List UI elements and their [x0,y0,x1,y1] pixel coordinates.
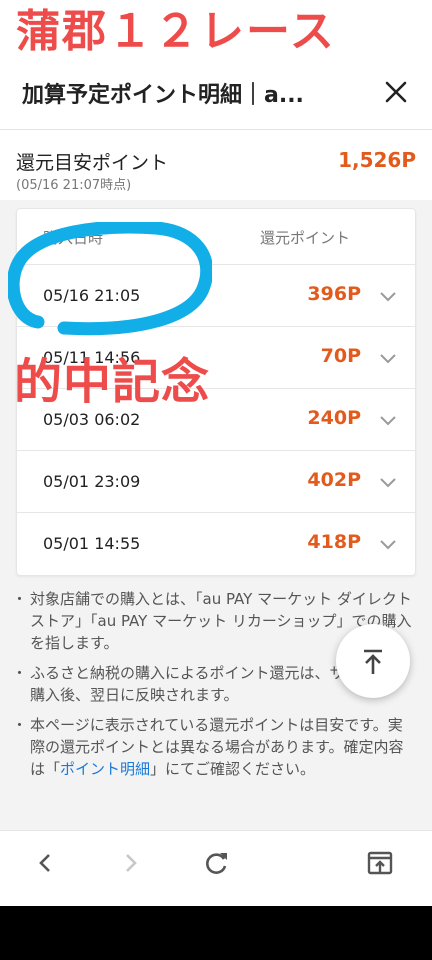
chevron-down-icon[interactable] [379,411,397,429]
points-summary: 還元目安ポイント (05/16 21:07時点) 1,526P [0,130,432,200]
scroll-to-top-icon [364,649,382,674]
reload-icon [206,853,227,874]
content-area: 還元目安ポイント (05/16 21:07時点) 1,526P 購入日時 還元ポ… [0,130,432,830]
point-details-link[interactable]: ポイント明細 [60,760,150,778]
page-header: 加算予定ポイント明細｜a... [0,60,432,130]
system-nav-bar [0,906,432,960]
row-points: 70P [320,345,361,367]
table-row[interactable]: 05/01 23:09 402P [17,451,415,513]
table-row[interactable]: 05/01 14:55 418P [17,513,415,575]
summary-timestamp: (05/16 21:07時点) [16,178,132,193]
chevron-down-icon[interactable] [379,287,397,305]
back-button[interactable] [28,845,64,881]
row-points: 240P [307,407,361,429]
row-date: 05/03 06:02 [43,410,141,429]
close-icon [385,81,407,103]
open-in-browser-button[interactable] [362,845,398,881]
close-button[interactable] [376,72,416,112]
summary-label: 還元目安ポイント [16,152,169,174]
overlay-title: 蒲郡１２レース [16,6,336,57]
column-header-points: 還元ポイント [260,229,351,247]
reload-button[interactable] [198,845,234,881]
note-text: 」にてご確認ください。 [150,760,316,778]
forward-arrow-icon [126,854,137,872]
chevron-down-icon[interactable] [379,473,397,491]
browser-toolbar [0,830,432,906]
note-item: 本ページに表示されている還元ポイントは目安です。実際の還元ポイントとは異なる場合… [12,714,416,780]
row-points: 418P [307,531,361,553]
row-points: 402P [307,469,361,491]
scroll-to-top-button[interactable] [336,624,410,698]
chevron-down-icon[interactable] [379,535,397,553]
row-date: 05/01 23:09 [43,472,141,491]
row-points: 396P [307,283,361,305]
hit-commemoration-stamp: 的中記念 [14,354,211,410]
summary-value: 1,526P [338,148,416,172]
table-header: 購入日時 還元ポイント [17,209,415,265]
page-title: 加算予定ポイント明細｜a... [22,83,304,108]
row-date: 05/16 21:05 [43,286,141,305]
column-header-date: 購入日時 [43,229,104,247]
open-in-new-icon [367,851,393,875]
forward-button[interactable] [112,845,148,881]
chevron-down-icon[interactable] [379,349,397,367]
back-arrow-icon [39,854,50,872]
overlay-banner: 蒲郡１２レース [0,0,432,66]
table-row[interactable]: 05/16 21:05 396P [17,265,415,327]
row-date: 05/01 14:55 [43,534,141,553]
